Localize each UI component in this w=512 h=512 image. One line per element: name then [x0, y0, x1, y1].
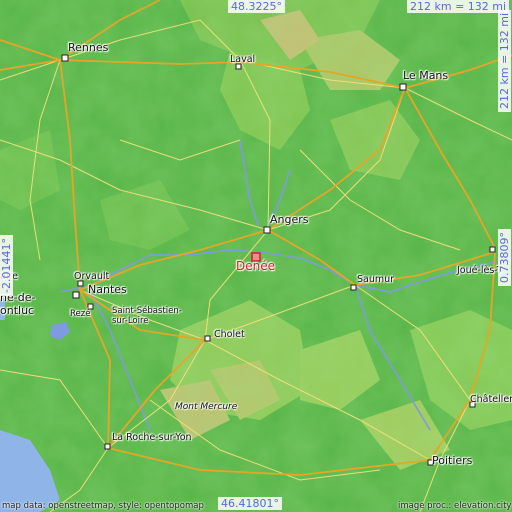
label-la-roche-sur-yon: La Roche-sur-Yon [112, 432, 192, 443]
label-angers: Angers [270, 213, 309, 226]
label-poitiers: Poitiers [432, 454, 473, 467]
city-marker-rennes [61, 54, 69, 62]
city-marker-joue [489, 246, 496, 253]
label-chatellerault: Châteller [470, 394, 512, 405]
city-marker-angers [263, 226, 271, 234]
city-marker-saumur [350, 284, 357, 291]
city-marker-le-mans [399, 83, 407, 91]
map-view[interactable]: Rennes Laval Le Mans Angers Denée Saumur… [0, 0, 512, 512]
label-laval: Laval [230, 54, 256, 65]
label-cholet: Cholet [214, 329, 245, 340]
coord-right-longitude: 0.73809° [498, 229, 511, 286]
label-reze: Rezé [70, 309, 91, 319]
scale-right: 212 km = 132 mi [498, 9, 511, 112]
city-marker-nantes [72, 291, 80, 299]
label-highlight-city: Denée [236, 259, 275, 273]
label-saint-sebastien: Saint-Sébastien- sur-Loire [112, 306, 182, 326]
label-mont-mercure: Mont Mercure [175, 402, 238, 412]
coord-left-longitude: -2.01441° [0, 235, 13, 296]
credit-image-proc: image proc.: elevation.city [398, 501, 512, 511]
label-saumur: Saumur [357, 274, 395, 285]
city-marker-la-roche [104, 443, 111, 450]
label-nantes: Nantes [88, 283, 127, 296]
coord-bottom-latitude: 46.41801° [218, 497, 282, 510]
label-orvault: Orvault [74, 271, 110, 282]
label-rennes: Rennes [68, 41, 109, 54]
label-le-mans: Le Mans [403, 69, 449, 82]
coord-top-latitude: 48.3225° [228, 0, 285, 13]
city-marker-cholet [204, 335, 211, 342]
label-joue-les-tours: Joué-lès-T [457, 265, 503, 276]
credit-map-data: map data: openstreetmap, style: opentopo… [2, 501, 204, 511]
scale-top: 212 km = 132 mi [407, 0, 510, 13]
